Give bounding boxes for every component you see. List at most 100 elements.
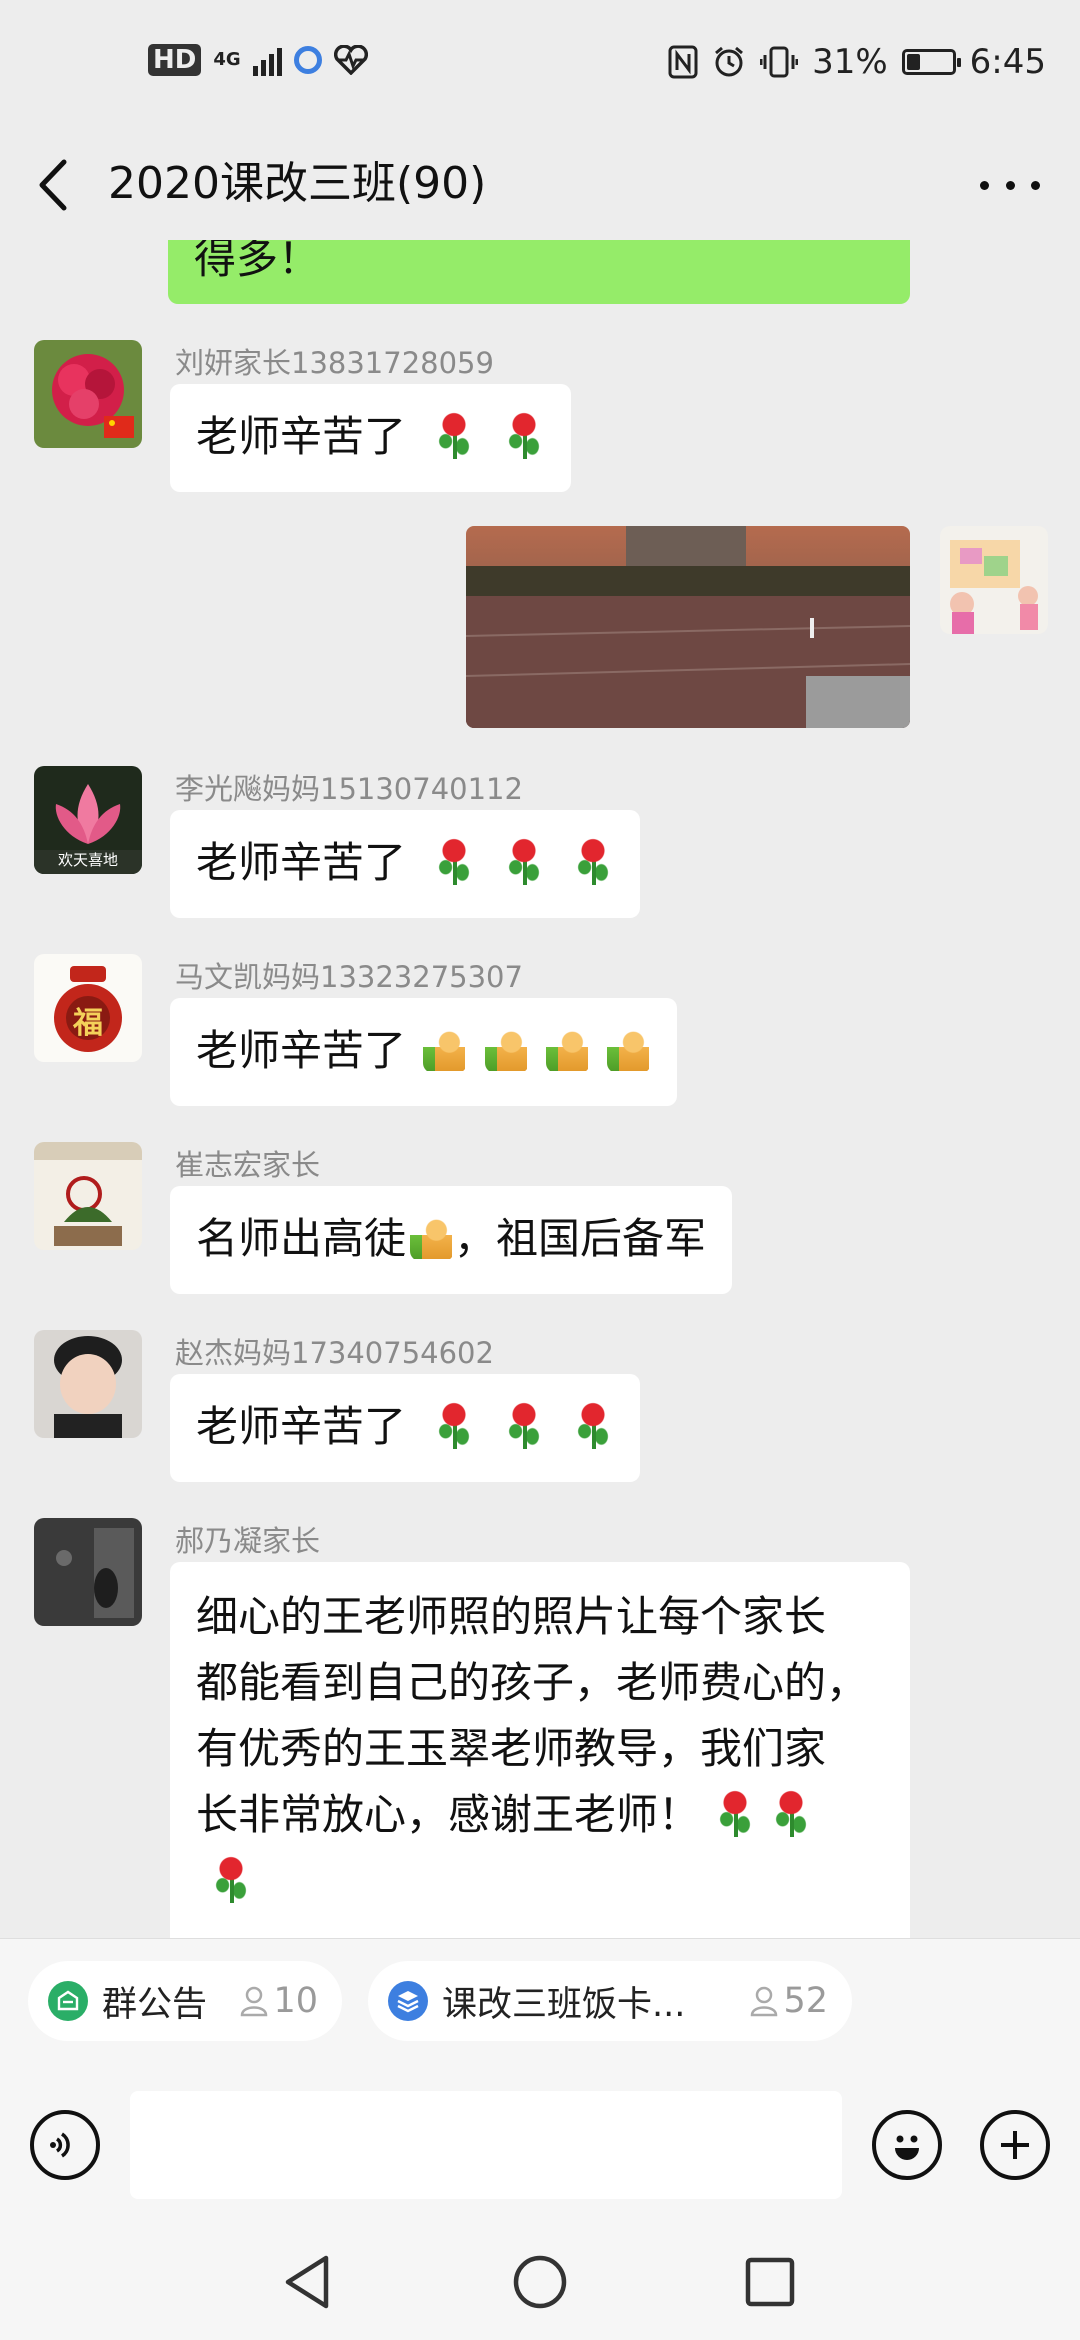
sender-name: 赵杰妈妈17340754602 [175, 1336, 494, 1370]
thumbs-up-emoji [607, 1029, 652, 1073]
more-functions-button[interactable] [980, 2110, 1050, 2180]
nfc-icon [668, 45, 698, 79]
avatar-caption: 欢天喜地 [57, 851, 118, 869]
sender-name: 马文凯妈妈13323275307 [175, 960, 523, 994]
avatar[interactable] [34, 340, 142, 448]
message-bubble-mine[interactable]: 得多！ [168, 240, 910, 304]
message-bubble[interactable]: 老师辛苦了 [170, 810, 641, 918]
avatar[interactable] [34, 1330, 142, 1438]
message-bubble[interactable]: 老师辛苦了 [170, 1374, 641, 1482]
message-input-bar [0, 2088, 1080, 2218]
message-text: 老师辛苦了 [196, 838, 407, 887]
child-photo-avatar-image [34, 1330, 142, 1438]
chevron-left-icon [39, 159, 67, 211]
sender-name: 李光飚妈妈15130740112 [175, 772, 523, 806]
rose-emoji [572, 835, 615, 887]
message-bubble[interactable]: 老师辛苦了 [170, 998, 678, 1106]
voice-input-button[interactable] [30, 2110, 100, 2180]
dot [980, 180, 989, 190]
person-icon [751, 1986, 778, 2017]
flower-avatar-image [34, 340, 142, 448]
dark-photo-avatar-image [34, 1518, 142, 1626]
message-text: ，祖国后备军 [454, 1214, 707, 1263]
dot [1005, 180, 1015, 190]
message-text: 名师出高徒 [196, 1214, 407, 1263]
hd-icon: HD [148, 44, 202, 76]
stack-icon [388, 1981, 428, 2021]
battery-icon [901, 49, 961, 75]
avatar[interactable]: 欢天喜地 [34, 766, 142, 874]
avatar[interactable]: 福 [34, 954, 142, 1062]
voice-icon [50, 2132, 70, 2158]
network-type: 4G [213, 49, 241, 70]
person-icon [241, 1986, 268, 2017]
battery-percent: 31% [812, 42, 888, 82]
chat-messages[interactable]: 得多！ 刘妍家长13831728059 老师辛苦了 欢天喜地 李光飚妈妈1513… [0, 240, 1080, 1938]
alarm-icon [715, 46, 744, 77]
vibrate-icon [760, 46, 799, 78]
message-line: 都能看到自己的孩子，老师费心的， [196, 1658, 869, 1707]
message-text: 得多！ [194, 240, 321, 283]
chip-count: 10 [273, 1981, 318, 2021]
thumbs-up-emoji [423, 1029, 468, 1073]
signal-icon [252, 44, 282, 76]
rose-emoji [433, 1399, 476, 1451]
announcement-icon [48, 1981, 88, 2021]
dot [1031, 180, 1040, 190]
avatar[interactable] [34, 1142, 142, 1250]
message-text: 老师辛苦了 [196, 1402, 407, 1451]
group-file-chip[interactable]: 课改三班饭卡... 52 [368, 1961, 852, 2041]
chip-count: 52 [783, 1981, 828, 2021]
sender-name: 崔志宏家长 [175, 1148, 321, 1182]
rose-emoji [770, 1787, 813, 1839]
thumbs-up-emoji [484, 1029, 529, 1073]
clock: 6:45 [969, 42, 1046, 82]
thumbs-up-emoji [410, 1217, 455, 1261]
message-input[interactable] [130, 2091, 842, 2199]
message-line: 细心的王老师照的照片让每个家长 [196, 1592, 827, 1641]
system-navigation-bar [0, 2218, 1080, 2340]
rose-emoji [714, 1787, 757, 1839]
message-bubble[interactable]: 老师辛苦了 [170, 384, 571, 492]
message-bubble[interactable]: 细心的王老师照的照片让每个家长 都能看到自己的孩子，老师费心的， 有优秀的王玉翠… [170, 1562, 910, 1938]
avatar[interactable] [34, 1518, 142, 1626]
message-image[interactable] [466, 526, 910, 728]
message-line: 长非常放心，感谢王老师！ [196, 1790, 701, 1839]
playground-photo [466, 526, 910, 728]
thumbs-up-emoji [546, 1029, 591, 1073]
rose-emoji [502, 1399, 545, 1451]
chat-title: 2020课改三班(90) [108, 158, 487, 209]
kids-map-avatar-image [940, 526, 1048, 634]
plant-painting-avatar-image [34, 1142, 142, 1250]
group-announcement-chip[interactable]: 群公告 10 [28, 1961, 342, 2041]
rose-emoji [433, 409, 476, 461]
sender-name: 郝乃凝家长 [175, 1524, 321, 1558]
message-line: 有优秀的王玉翠老师教导，我们家 [196, 1724, 827, 1773]
sender-name: 刘妍家长13831728059 [175, 346, 494, 380]
my-avatar[interactable] [940, 526, 1048, 634]
rose-emoji [210, 1853, 252, 1905]
smile-icon [895, 2135, 919, 2160]
chip-label: 课改三班饭卡... [442, 1984, 686, 2025]
rose-emoji [502, 835, 545, 887]
chat-header: 2020课改三班(90) [0, 130, 1080, 240]
emoji-button[interactable] [872, 2110, 942, 2180]
app-notification-icon [293, 46, 322, 74]
nav-back-icon[interactable] [282, 2254, 332, 2310]
nav-home-icon[interactable] [512, 2254, 568, 2310]
group-tools-bar: 群公告 10 课改三班饭卡... 52 [0, 1938, 1080, 2089]
nav-recents-icon[interactable] [744, 2256, 796, 2308]
back-button[interactable] [30, 150, 90, 220]
rose-emoji [502, 409, 545, 461]
message-text: 老师辛苦了 [196, 412, 407, 461]
more-options-button[interactable] [980, 160, 1040, 210]
heart-rate-icon [333, 45, 368, 75]
avatar-caption: 福 [73, 1006, 103, 1041]
rose-emoji [572, 1399, 615, 1451]
message-text: 老师辛苦了 [196, 1026, 407, 1075]
status-bar: HD 4G 31% 6:45 [0, 0, 1080, 130]
chip-label: 群公告 [102, 1984, 208, 2025]
plus-icon [1001, 2131, 1029, 2159]
message-bubble[interactable]: 名师出高徒 ，祖国后备军 [170, 1186, 733, 1294]
rose-emoji [433, 835, 476, 887]
